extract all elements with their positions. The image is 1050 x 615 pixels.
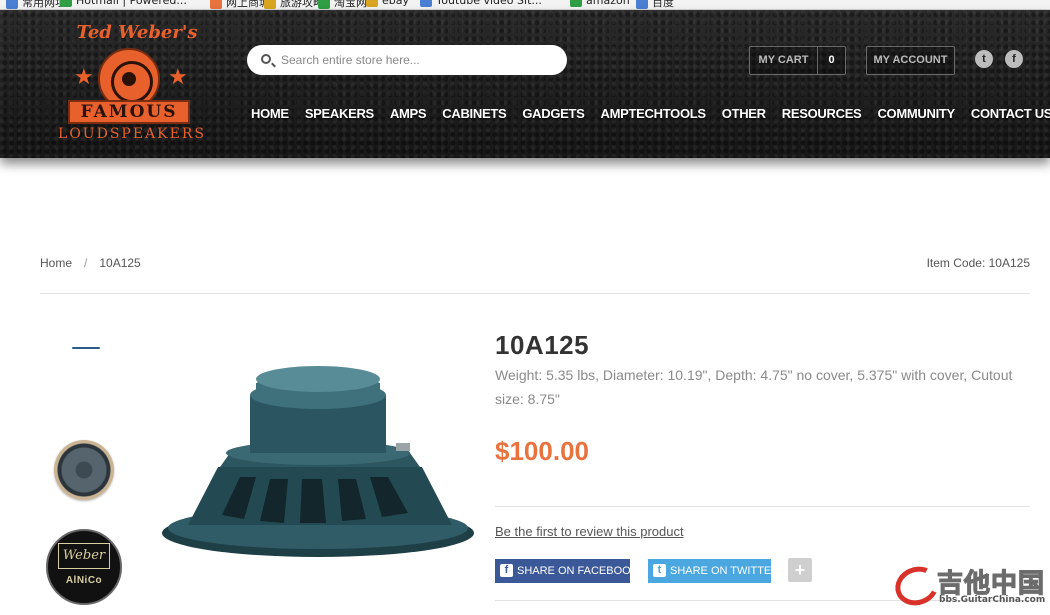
bookmark-label: 百度	[652, 0, 674, 9]
bookmark-item[interactable]: 旅游攻略	[264, 0, 324, 9]
facebook-icon[interactable]: f	[1005, 50, 1023, 68]
facebook-icon: f	[500, 564, 513, 577]
nav-amps[interactable]: AMPS	[390, 106, 427, 128]
cart-label: MY CART	[750, 47, 818, 74]
divider	[40, 293, 1030, 294]
breadcrumb-current: 10A125	[99, 256, 141, 270]
nav-community[interactable]: COMMUNITY	[877, 106, 955, 128]
badge-brand-text: Weber	[58, 543, 110, 569]
bookmark-item[interactable]: Hotmail | Powered...	[60, 0, 187, 7]
bookmark-label: Youtube video Sit...	[436, 0, 542, 7]
bookmark-item[interactable]: 常用网址	[6, 0, 66, 9]
product-price: $100.00	[495, 436, 589, 466]
divider	[495, 506, 1030, 507]
nav-contact-us[interactable]: CONTACT US	[971, 106, 1050, 128]
nav-home[interactable]: HOME	[251, 106, 289, 128]
my-account-button[interactable]: MY ACCOUNT	[866, 46, 955, 75]
nav-resources[interactable]: RESOURCES	[782, 106, 862, 128]
site-header: Ted Weber's ★ ★ FAMOUS LOUDSPEAKERS MY C…	[0, 10, 1050, 158]
bookmark-item[interactable]: ebay	[366, 0, 409, 7]
main-nav: HOME SPEAKERS AMPS CABINETS GADGETS AMPT…	[251, 106, 1050, 128]
breadcrumb-separator: /	[84, 256, 88, 270]
review-link[interactable]: Be the first to review this product	[495, 524, 684, 539]
thumbnail-alnico-badge[interactable]: Weber AlNiCo	[46, 529, 122, 605]
bookmark-item[interactable]: 网上商城	[210, 0, 270, 9]
bookmark-label: Hotmail | Powered...	[76, 0, 187, 7]
breadcrumb: Home / 10A125	[40, 256, 141, 270]
search-input[interactable]	[281, 50, 557, 70]
bookmark-favicon-icon	[60, 0, 72, 7]
product-description: Weight: 5.35 lbs, Diameter: 10.19", Dept…	[495, 367, 1013, 407]
bookmark-item[interactable]: 淘宝网	[318, 0, 367, 9]
site-logo[interactable]: Ted Weber's ★ ★ FAMOUS LOUDSPEAKERS	[48, 22, 216, 144]
bookmark-favicon-icon	[318, 0, 330, 9]
watermark-url: bbs.GuitarChina.com	[939, 595, 1046, 605]
star-icon: ★	[168, 64, 188, 89]
breadcrumb-home[interactable]: Home	[40, 256, 72, 270]
share-twitter-button[interactable]: t SHARE ON TWITTER	[648, 559, 779, 583]
share-facebook-button[interactable]: f SHARE ON FACEBOOK	[495, 559, 638, 583]
cart-count: 0	[828, 54, 835, 66]
bookmark-favicon-icon	[570, 0, 582, 7]
twitter-icon[interactable]: t	[975, 50, 993, 68]
bookmark-label: ebay	[382, 0, 410, 7]
nav-speakers[interactable]: SPEAKERS	[305, 106, 374, 128]
share-more-button[interactable]: +	[788, 558, 812, 582]
star-icon: ★	[74, 64, 94, 89]
my-cart-button[interactable]: MY CART 0	[749, 46, 846, 75]
nav-amptechtools[interactable]: AMPTECHTOOLS	[601, 106, 707, 128]
watermark: 吉他中国 bbs.GuitarChina.com	[889, 560, 1050, 612]
badge-label-text: AlNiCo	[65, 575, 103, 586]
logo-band-text: FAMOUS	[68, 100, 190, 124]
bookmark-item[interactable]: Youtube video Sit...	[420, 0, 542, 7]
logo-sub-text: LOUDSPEAKERS	[58, 126, 206, 142]
bookmark-favicon-icon	[366, 0, 378, 7]
bookmark-favicon-icon	[210, 0, 222, 9]
share-facebook-label: SHARE ON FACEBOOK	[517, 565, 639, 577]
bookmark-label: amazon	[586, 0, 630, 7]
bookmark-item[interactable]: 百度	[636, 0, 674, 9]
nav-gadgets[interactable]: GADGETS	[522, 106, 584, 128]
nav-other[interactable]: OTHER	[722, 106, 766, 128]
bookmark-favicon-icon	[420, 0, 432, 7]
browser-bookmarks-bar: 常用网址 Hotmail | Powered... 网上商城 旅游攻略 淘宝网 ebay Y…	[0, 0, 1050, 10]
bookmark-favicon-icon	[636, 0, 648, 9]
thumbnail-partial[interactable]	[72, 347, 100, 349]
twitter-bird-icon: t	[653, 564, 666, 577]
bookmark-favicon-icon	[6, 0, 18, 9]
search-bar	[247, 45, 567, 75]
bookmark-label: 淘宝网	[334, 0, 367, 9]
share-twitter-label: SHARE ON TWITTER	[670, 565, 780, 577]
item-code: Item Code: 10A125	[926, 256, 1030, 270]
logo-script-text: Ted Weber's	[76, 22, 198, 43]
bookmark-item[interactable]: amazon	[570, 0, 630, 7]
product-main-image[interactable]	[160, 355, 480, 570]
nav-cabinets[interactable]: CABINETS	[442, 106, 506, 128]
bookmark-favicon-icon	[264, 0, 276, 9]
thumbnail-speaker-front[interactable]	[54, 440, 114, 500]
product-title: 10A125	[495, 330, 590, 360]
search-icon[interactable]	[261, 54, 271, 64]
